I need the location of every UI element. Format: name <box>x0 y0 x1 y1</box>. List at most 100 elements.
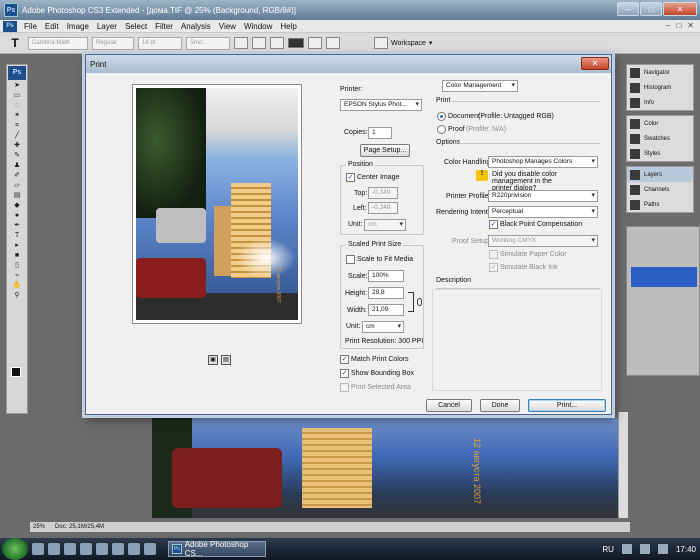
blur-tool-icon[interactable]: ◆ <box>11 202 23 210</box>
path-selection-tool-icon[interactable]: ▸ <box>11 242 23 250</box>
start-button[interactable] <box>2 538 28 560</box>
shape-tool-icon[interactable]: ■ <box>11 252 23 260</box>
quicklaunch-icon-4[interactable] <box>80 543 92 555</box>
workspace-menu[interactable]: Workspace ▾ <box>374 37 432 49</box>
type-tool-preset-icon[interactable]: T <box>6 35 24 51</box>
antialias-select[interactable]: Smo... <box>186 36 230 50</box>
panel-tab-swatches[interactable]: Swatches <box>627 131 693 146</box>
panel-tab-paths[interactable]: Paths <box>627 197 693 212</box>
left-input[interactable]: -0,349 <box>368 202 398 214</box>
panel-tab-channels[interactable]: Channels <box>627 182 693 197</box>
menu-layer[interactable]: Layer <box>93 22 121 31</box>
scale-to-fit-checkbox[interactable] <box>346 255 355 264</box>
print-selected-area-checkbox[interactable] <box>340 383 349 392</box>
text-color-swatch[interactable] <box>288 38 304 48</box>
type-tool-icon[interactable]: T <box>11 232 23 240</box>
tray-icon-1[interactable] <box>621 544 632 554</box>
taskbar-photoshop-button[interactable]: Ps Adobe Photoshop CS... <box>168 540 266 558</box>
menu-select[interactable]: Select <box>121 22 151 31</box>
document-canvas[interactable]: 12 августа 2007 <box>152 418 620 518</box>
lasso-tool-icon[interactable]: ◌ <box>11 102 23 110</box>
zoom-level[interactable]: 25% <box>33 524 45 530</box>
panel-tab-info[interactable]: Info <box>627 95 693 110</box>
document-radio[interactable] <box>437 112 446 121</box>
cancel-button[interactable]: Cancel <box>426 399 472 412</box>
document-size-info[interactable]: Doc: 25,1M/25,4M <box>55 524 104 530</box>
character-palette-icon[interactable] <box>326 37 340 49</box>
done-button[interactable]: Done <box>480 399 520 412</box>
menu-view[interactable]: View <box>215 22 240 31</box>
panel-tab-layers[interactable]: Layers <box>627 167 693 182</box>
black-point-checkbox[interactable]: ✓ <box>489 220 498 229</box>
color-handling-select[interactable]: Photoshop Manages Colors <box>488 156 598 168</box>
doc-minimize-button[interactable]: – <box>666 21 670 30</box>
menu-window[interactable]: Window <box>240 22 276 31</box>
preview-center-icon[interactable]: ▣ <box>208 355 218 365</box>
healing-brush-tool-icon[interactable]: ✚ <box>11 142 23 150</box>
quicklaunch-icon-8[interactable] <box>144 543 156 555</box>
font-style-select[interactable]: Regular <box>92 36 134 50</box>
menu-filter[interactable]: Filter <box>151 22 177 31</box>
rendering-intent-select[interactable]: Perceptual <box>488 206 598 218</box>
quicklaunch-icon-5[interactable] <box>96 543 108 555</box>
photoshop-menu-icon[interactable]: Ps <box>3 20 17 32</box>
menu-file[interactable]: File <box>20 22 41 31</box>
close-window-button[interactable]: ✕ <box>663 2 697 16</box>
panel-tab-color[interactable]: Color <box>627 116 693 131</box>
width-input[interactable]: 21,09 <box>368 304 404 316</box>
notes-tool-icon[interactable]: ▯ <box>11 262 23 270</box>
quicklaunch-icon-3[interactable] <box>64 543 76 555</box>
hand-tool-icon[interactable]: ✋ <box>11 282 23 290</box>
print-preview[interactable]: 12 августа 2007 <box>132 84 302 324</box>
menu-help[interactable]: Help <box>276 22 300 31</box>
font-size-select[interactable]: 18 pt <box>138 36 182 50</box>
printer-select[interactable]: EPSON Stylus Phot... <box>340 99 422 111</box>
language-indicator[interactable]: RU <box>602 545 614 554</box>
gradient-tool-icon[interactable]: ▤ <box>11 192 23 200</box>
show-bounding-box-checkbox[interactable]: ✓ <box>340 369 349 378</box>
quicklaunch-icon-7[interactable] <box>128 543 140 555</box>
brush-tool-icon[interactable]: ✎ <box>11 152 23 160</box>
preview-orientation-icon[interactable]: ▤ <box>221 355 231 365</box>
menu-analysis[interactable]: Analysis <box>177 22 215 31</box>
slice-tool-icon[interactable]: ╱ <box>11 132 23 140</box>
warp-text-icon[interactable] <box>308 37 322 49</box>
magic-wand-tool-icon[interactable]: ✶ <box>11 112 23 120</box>
clock[interactable]: 17:40 <box>676 545 696 554</box>
simulate-ink-checkbox[interactable]: ✓ <box>489 263 498 272</box>
scale-input[interactable]: 100% <box>368 270 404 282</box>
quicklaunch-icon-6[interactable] <box>112 543 124 555</box>
marquee-tool-icon[interactable]: ▭ <box>11 92 23 100</box>
menu-image[interactable]: Image <box>63 22 93 31</box>
document-vertical-scrollbar[interactable] <box>618 412 628 518</box>
quicklaunch-icon-2[interactable] <box>48 543 60 555</box>
history-brush-tool-icon[interactable]: ✐ <box>11 172 23 180</box>
proof-setup-select[interactable]: Working CMYK <box>488 235 598 247</box>
zoom-tool-icon[interactable]: ⚲ <box>11 292 23 300</box>
doc-close-button[interactable]: ✕ <box>687 21 694 30</box>
minimize-button[interactable]: – <box>617 2 639 16</box>
eraser-tool-icon[interactable]: ▱ <box>11 182 23 190</box>
dialog-close-button[interactable]: ✕ <box>581 57 609 70</box>
font-family-select[interactable]: Cambria Math <box>28 36 88 50</box>
position-unit-select[interactable]: cm <box>364 219 406 231</box>
bridge-icon[interactable] <box>374 37 388 49</box>
top-input[interactable]: -0,349 <box>368 187 398 199</box>
panel-tab-navigator[interactable]: Navigator <box>627 65 693 80</box>
height-input[interactable]: 29,8 <box>368 287 404 299</box>
center-image-checkbox[interactable]: ✓ <box>346 173 355 182</box>
panel-tab-styles[interactable]: Styles <box>627 146 693 161</box>
printer-profile-select[interactable]: R220privision <box>488 190 598 202</box>
foreground-color-swatch[interactable] <box>11 367 21 377</box>
panel-tab-histogram[interactable]: Histogram <box>627 80 693 95</box>
doc-restore-button[interactable]: □ <box>676 21 681 30</box>
menu-edit[interactable]: Edit <box>41 22 63 31</box>
crop-tool-icon[interactable]: ⌗ <box>11 122 23 130</box>
proof-radio[interactable] <box>437 125 446 134</box>
quicklaunch-icon-1[interactable] <box>32 543 44 555</box>
pen-tool-icon[interactable]: ✒ <box>11 222 23 230</box>
tray-icon-2[interactable] <box>639 544 650 554</box>
clone-stamp-tool-icon[interactable]: ♟ <box>11 162 23 170</box>
eyedropper-tool-icon[interactable]: ⌁ <box>11 272 23 280</box>
page-setup-button[interactable]: Page Setup... <box>360 144 410 157</box>
